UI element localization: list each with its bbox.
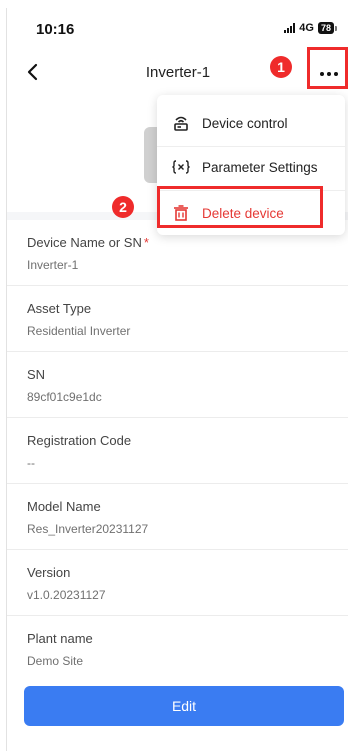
nav-bar: Inverter-1 — [7, 48, 348, 96]
field-label: Model Name — [27, 499, 101, 514]
menu-item-device-control[interactable]: Device control — [157, 103, 345, 143]
variable-icon — [172, 158, 190, 176]
footer-bar: Edit — [7, 680, 348, 751]
field-value: Res_Inverter20231127 — [27, 522, 149, 536]
field-plant-name: Plant name Demo Site — [7, 616, 348, 682]
field-value: v1.0.20231127 — [27, 588, 106, 602]
status-bar: 10:16 4G 78 — [7, 8, 348, 48]
status-indicators: 4G 78 — [284, 22, 337, 34]
page-title: Inverter-1 — [145, 64, 211, 81]
field-version: Version v1.0.20231127 — [7, 550, 348, 616]
battery-icon: 78 — [317, 22, 334, 34]
field-label: Registration Code — [27, 433, 132, 448]
field-asset-type: Asset Type Residential Inverter — [7, 286, 348, 352]
edit-button[interactable]: Edit — [24, 686, 344, 726]
field-label: Device Name or SN — [27, 235, 142, 250]
network-type: 4G — [299, 22, 314, 34]
step-badge-2: 2 — [112, 196, 134, 218]
highlight-more-button — [307, 47, 348, 89]
field-sn: SN 89cf01c9e1dc — [7, 352, 348, 418]
field-label: Plant name — [27, 631, 93, 646]
required-mark: * — [143, 235, 149, 250]
highlight-delete-device — [157, 186, 323, 228]
field-value: Residential Inverter — [27, 324, 131, 338]
field-value: -- — [27, 456, 35, 470]
field-value: 89cf01c9e1dc — [27, 390, 102, 404]
menu-item-label: Parameter Settings — [202, 159, 318, 175]
battery-tip — [335, 25, 337, 31]
status-time: 10:16 — [36, 21, 75, 38]
field-value: Inverter-1 — [27, 258, 79, 272]
step-badge-1: 1 — [270, 56, 292, 78]
field-registration-code: Registration Code -- — [7, 418, 348, 484]
router-icon — [172, 114, 190, 132]
device-info-list: Device Name or SN * Inverter-1 Asset Type… — [7, 220, 348, 682]
signal-icon — [284, 23, 296, 33]
menu-item-parameter-settings[interactable]: Parameter Settings — [157, 147, 345, 187]
field-model-name: Model Name Res_Inverter20231127 — [7, 484, 348, 550]
menu-item-label: Device control — [202, 115, 288, 131]
field-label: Asset Type — [27, 301, 92, 316]
field-value: Demo Site — [27, 654, 84, 668]
field-label: SN — [27, 367, 46, 382]
device-detail-screen: 10:16 4G 78 Inverter-1 Device Name or SN… — [6, 8, 348, 751]
field-label: Version — [27, 565, 71, 580]
